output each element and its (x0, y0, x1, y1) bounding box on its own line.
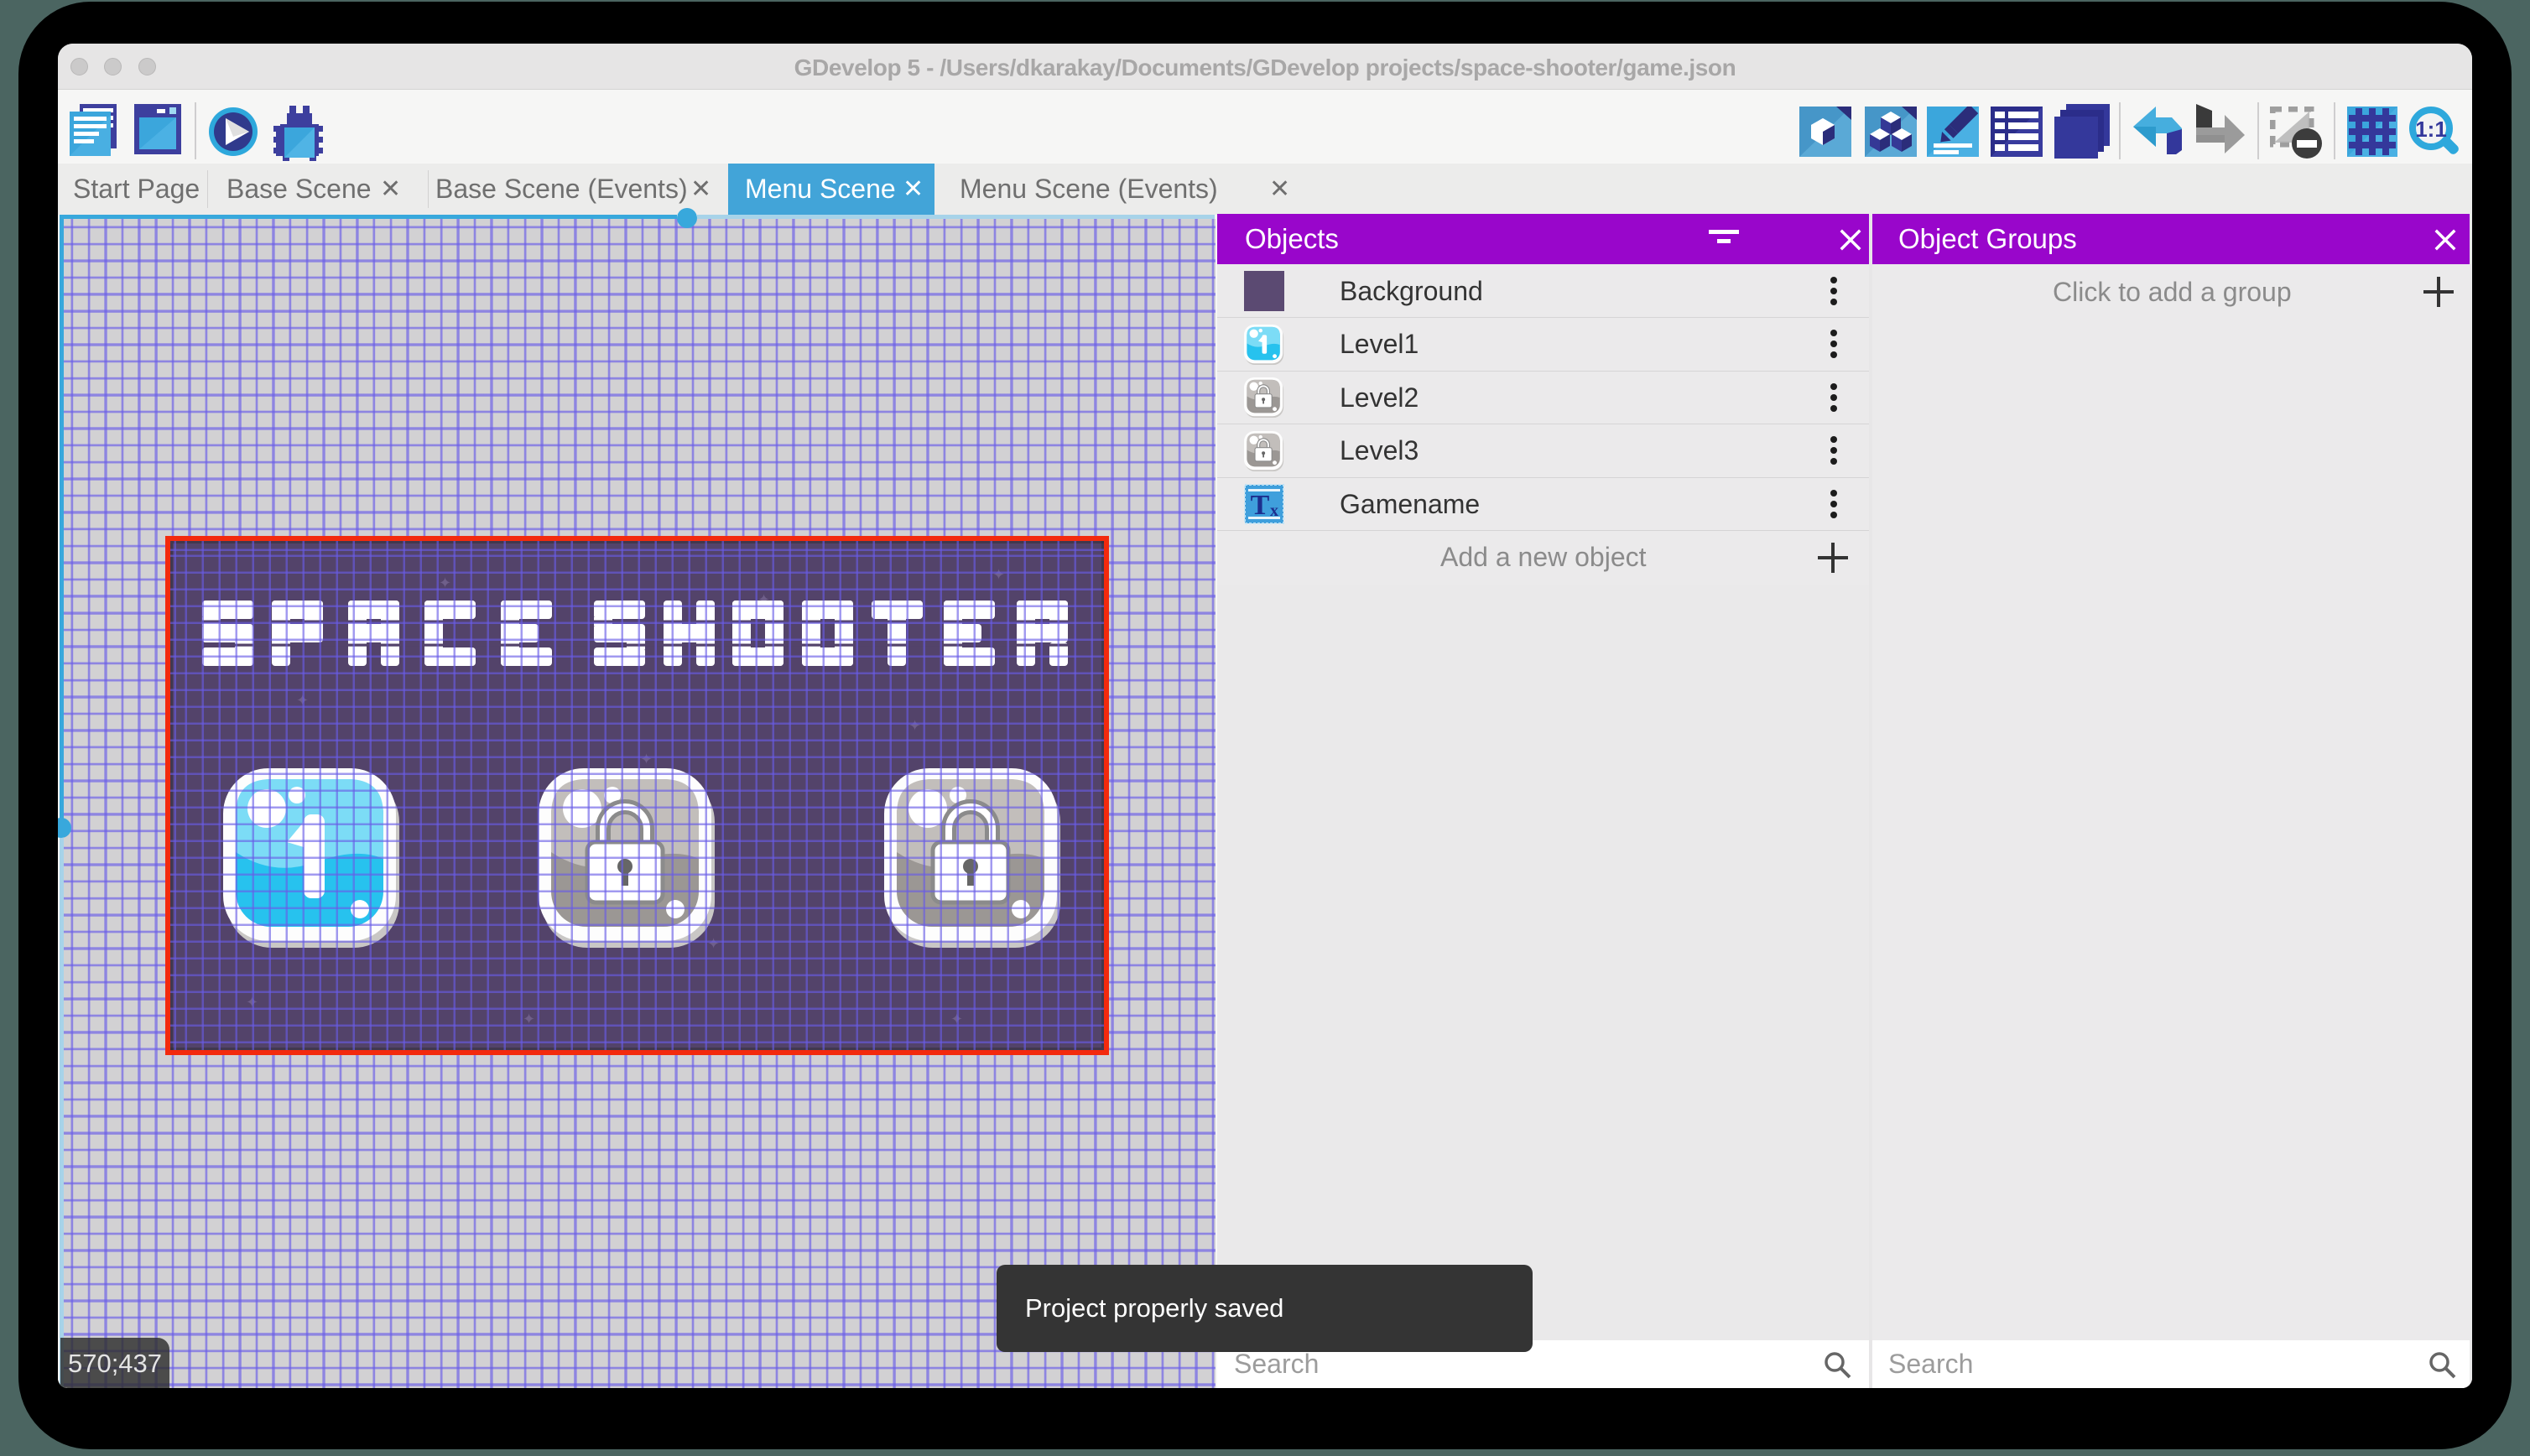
svg-text:T: T (1251, 490, 1270, 521)
svg-text:x: x (1270, 502, 1278, 520)
svg-text:1:1: 1:1 (2415, 117, 2447, 142)
